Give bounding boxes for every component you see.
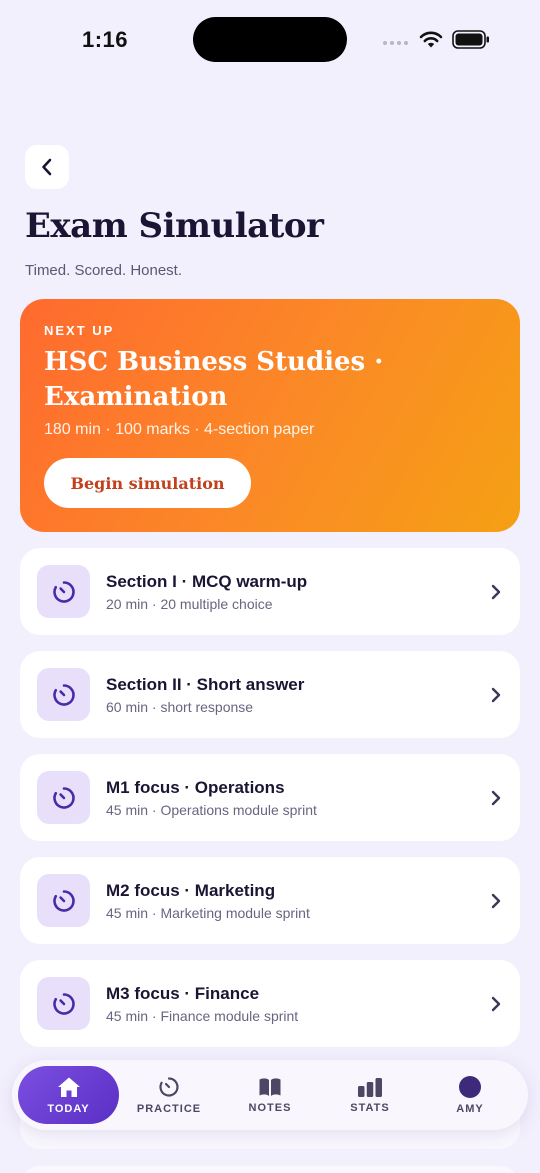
battery-icon bbox=[452, 30, 489, 49]
page-subtitle: Timed. Scored. Honest. bbox=[25, 262, 183, 279]
section-icon-tile bbox=[37, 977, 90, 1030]
timer-icon bbox=[159, 1076, 179, 1097]
tab-label: TODAY bbox=[47, 1102, 90, 1115]
next-up-eyebrow: NEXT UP bbox=[44, 323, 115, 338]
tab-label: STATS bbox=[350, 1101, 390, 1114]
tab-today[interactable]: TODAY bbox=[18, 1066, 119, 1124]
next-up-exam-meta: 180 min · 100 marks · 4-section paper bbox=[44, 421, 315, 438]
page-title: Exam Simulator bbox=[25, 206, 324, 246]
section-card-short-answer[interactable]: Section II · Short answer 60 min · short… bbox=[20, 651, 520, 738]
section-meta: 45 min · Operations module sprint bbox=[106, 802, 317, 818]
bar-chart-icon bbox=[358, 1077, 382, 1097]
section-title: Section II · Short answer bbox=[106, 675, 305, 694]
next-up-card: NEXT UP HSC Business Studies · Examinati… bbox=[20, 299, 520, 532]
chevron-right-icon bbox=[491, 790, 501, 806]
section-card-mcq-warm-up[interactable]: Section I · MCQ warm-up 20 min · 20 mult… bbox=[20, 548, 520, 635]
timer-icon bbox=[52, 992, 75, 1015]
section-icon-tile bbox=[37, 874, 90, 927]
tab-notes[interactable]: NOTES bbox=[220, 1066, 320, 1124]
section-icon-tile bbox=[37, 668, 90, 721]
chevron-right-icon bbox=[491, 893, 501, 909]
begin-simulation-button[interactable]: Begin simulation bbox=[44, 458, 251, 508]
book-icon bbox=[259, 1077, 281, 1096]
home-icon bbox=[57, 1077, 80, 1097]
section-meta: 45 min · Marketing module sprint bbox=[106, 905, 310, 921]
status-bar: 1:16 bbox=[0, 0, 540, 80]
timer-icon bbox=[52, 889, 75, 912]
dynamic-island bbox=[193, 17, 347, 62]
tab-bar: TODAY PRACTICE NOTES STATS AMY bbox=[12, 1060, 528, 1130]
tab-profile[interactable]: AMY bbox=[420, 1066, 520, 1124]
section-meta: 45 min · Finance module sprint bbox=[106, 1008, 299, 1024]
tab-practice[interactable]: PRACTICE bbox=[119, 1066, 219, 1124]
section-card-m3-finance[interactable]: M3 focus · Finance 45 min · Finance modu… bbox=[20, 960, 520, 1047]
cellular-signal-icon bbox=[383, 41, 408, 45]
chevron-right-icon bbox=[491, 996, 501, 1012]
section-card-obscured[interactable] bbox=[20, 1166, 520, 1173]
chevron-right-icon bbox=[491, 687, 501, 703]
section-card-m1-operations[interactable]: M1 focus · Operations 45 min · Operation… bbox=[20, 754, 520, 841]
back-button[interactable] bbox=[25, 145, 69, 189]
exam-simulator-screen: 1:16 Exam Simulator Timed. Scored. Hones… bbox=[0, 0, 540, 1173]
section-meta: 20 min · 20 multiple choice bbox=[106, 596, 273, 612]
section-icon-tile bbox=[37, 565, 90, 618]
section-title: M2 focus · Marketing bbox=[106, 881, 276, 900]
wifi-icon bbox=[419, 31, 443, 48]
section-icon-tile bbox=[37, 771, 90, 824]
timer-icon bbox=[52, 683, 75, 706]
status-time: 1:16 bbox=[82, 27, 129, 52]
tab-label: NOTES bbox=[248, 1101, 292, 1114]
avatar bbox=[459, 1075, 481, 1098]
tab-label: PRACTICE bbox=[136, 1102, 202, 1115]
section-title: M1 focus · Operations bbox=[106, 778, 285, 797]
timer-icon bbox=[52, 786, 75, 809]
timer-icon bbox=[52, 580, 75, 603]
chevron-left-icon bbox=[42, 158, 52, 176]
next-up-exam-title: HSC Business Studies · Examination bbox=[44, 347, 384, 412]
section-card-m2-marketing[interactable]: M2 focus · Marketing 45 min · Marketing … bbox=[20, 857, 520, 944]
tab-label: AMY bbox=[456, 1102, 484, 1115]
section-title: Section I · MCQ warm-up bbox=[106, 572, 308, 591]
tab-stats[interactable]: STATS bbox=[320, 1066, 420, 1124]
chevron-right-icon bbox=[491, 584, 501, 600]
section-meta: 60 min · short response bbox=[106, 699, 254, 715]
section-title: M3 focus · Finance bbox=[106, 984, 260, 1003]
